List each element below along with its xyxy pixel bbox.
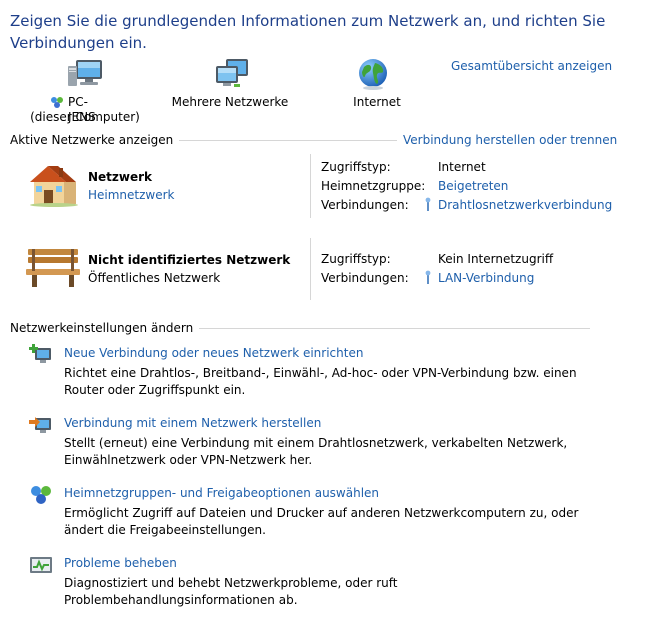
new-connection-desc: Richtet eine Drahtlos-, Breitband-, Einw…	[64, 366, 577, 397]
computer-subtitle: (dieser Computer)	[30, 110, 140, 124]
internet-label: Internet	[353, 95, 401, 109]
lan-signal-icon	[423, 270, 433, 284]
homegroup-icon	[50, 96, 64, 108]
connections-label-2: Verbindungen:	[321, 271, 409, 285]
troubleshoot-link[interactable]: Probleme beheben	[64, 556, 177, 570]
network-1-divider	[310, 154, 311, 218]
network-2-type: Öffentliches Netzwerk	[88, 271, 221, 285]
access-type-label: Zugriffstyp:	[321, 160, 391, 174]
access-type-label-2: Zugriffstyp:	[321, 252, 391, 266]
lan-connection-link[interactable]: LAN-Verbindung	[438, 271, 534, 285]
access-type-value-2: Kein Internetzugriff	[438, 252, 554, 266]
network-name: Netzwerk	[88, 170, 153, 184]
connect-network-desc: Stellt (erneut) eine Verbindung mit eine…	[64, 436, 568, 467]
multiple-networks-label: Mehrere Netzwerke	[171, 95, 289, 109]
homegroup-options-desc: Ermöglicht Zugriff auf Dateien und Druck…	[64, 506, 579, 537]
network-2-divider	[310, 238, 311, 300]
network-type-link[interactable]: Heimnetzwerk	[88, 188, 175, 202]
troubleshoot-desc: Diagnostiziert und behebt Netzwerkproble…	[64, 576, 398, 607]
multiple-networks-icon[interactable]	[214, 58, 250, 90]
connect-network-link[interactable]: Verbindung mit einem Netzwerk herstellen	[64, 416, 321, 430]
connect-disconnect-link[interactable]: Verbindung herstellen oder trennen	[397, 133, 618, 147]
new-connection-link[interactable]: Neue Verbindung oder neues Netzwerk einr…	[64, 346, 363, 360]
active-networks-heading: Aktive Netzwerke anzeigen	[10, 133, 180, 147]
homegroup-joined-link[interactable]: Beigetreten	[438, 179, 508, 193]
homegroup-sharing-icon	[29, 484, 53, 506]
settings-heading: Netzwerkeinstellungen ändern	[10, 321, 200, 335]
computer-icon[interactable]	[68, 58, 104, 90]
access-type-value: Internet	[438, 160, 486, 174]
network-2-name: Nicht identifiziertes Netzwerk	[88, 253, 291, 267]
connect-network-icon	[29, 414, 53, 434]
troubleshoot-icon	[29, 555, 53, 575]
internet-globe-icon[interactable]	[356, 57, 390, 91]
homegroup-label: Heimnetzgruppe:	[321, 179, 426, 193]
wireless-signal-icon	[423, 197, 433, 211]
page-title: Zeigen Sie die grundlegenden Information…	[10, 12, 606, 52]
connections-label: Verbindungen:	[321, 198, 409, 212]
wireless-connection-link[interactable]: Drahtlosnetzwerkverbindung	[438, 198, 612, 212]
homegroup-options-link[interactable]: Heimnetzgruppen- und Freigabeoptionen au…	[64, 486, 379, 500]
overview-link[interactable]: Gesamtübersicht anzeigen	[451, 59, 612, 73]
new-connection-icon	[29, 344, 53, 364]
public-network-bench-icon[interactable]	[26, 245, 80, 289]
home-network-icon[interactable]	[26, 160, 80, 208]
